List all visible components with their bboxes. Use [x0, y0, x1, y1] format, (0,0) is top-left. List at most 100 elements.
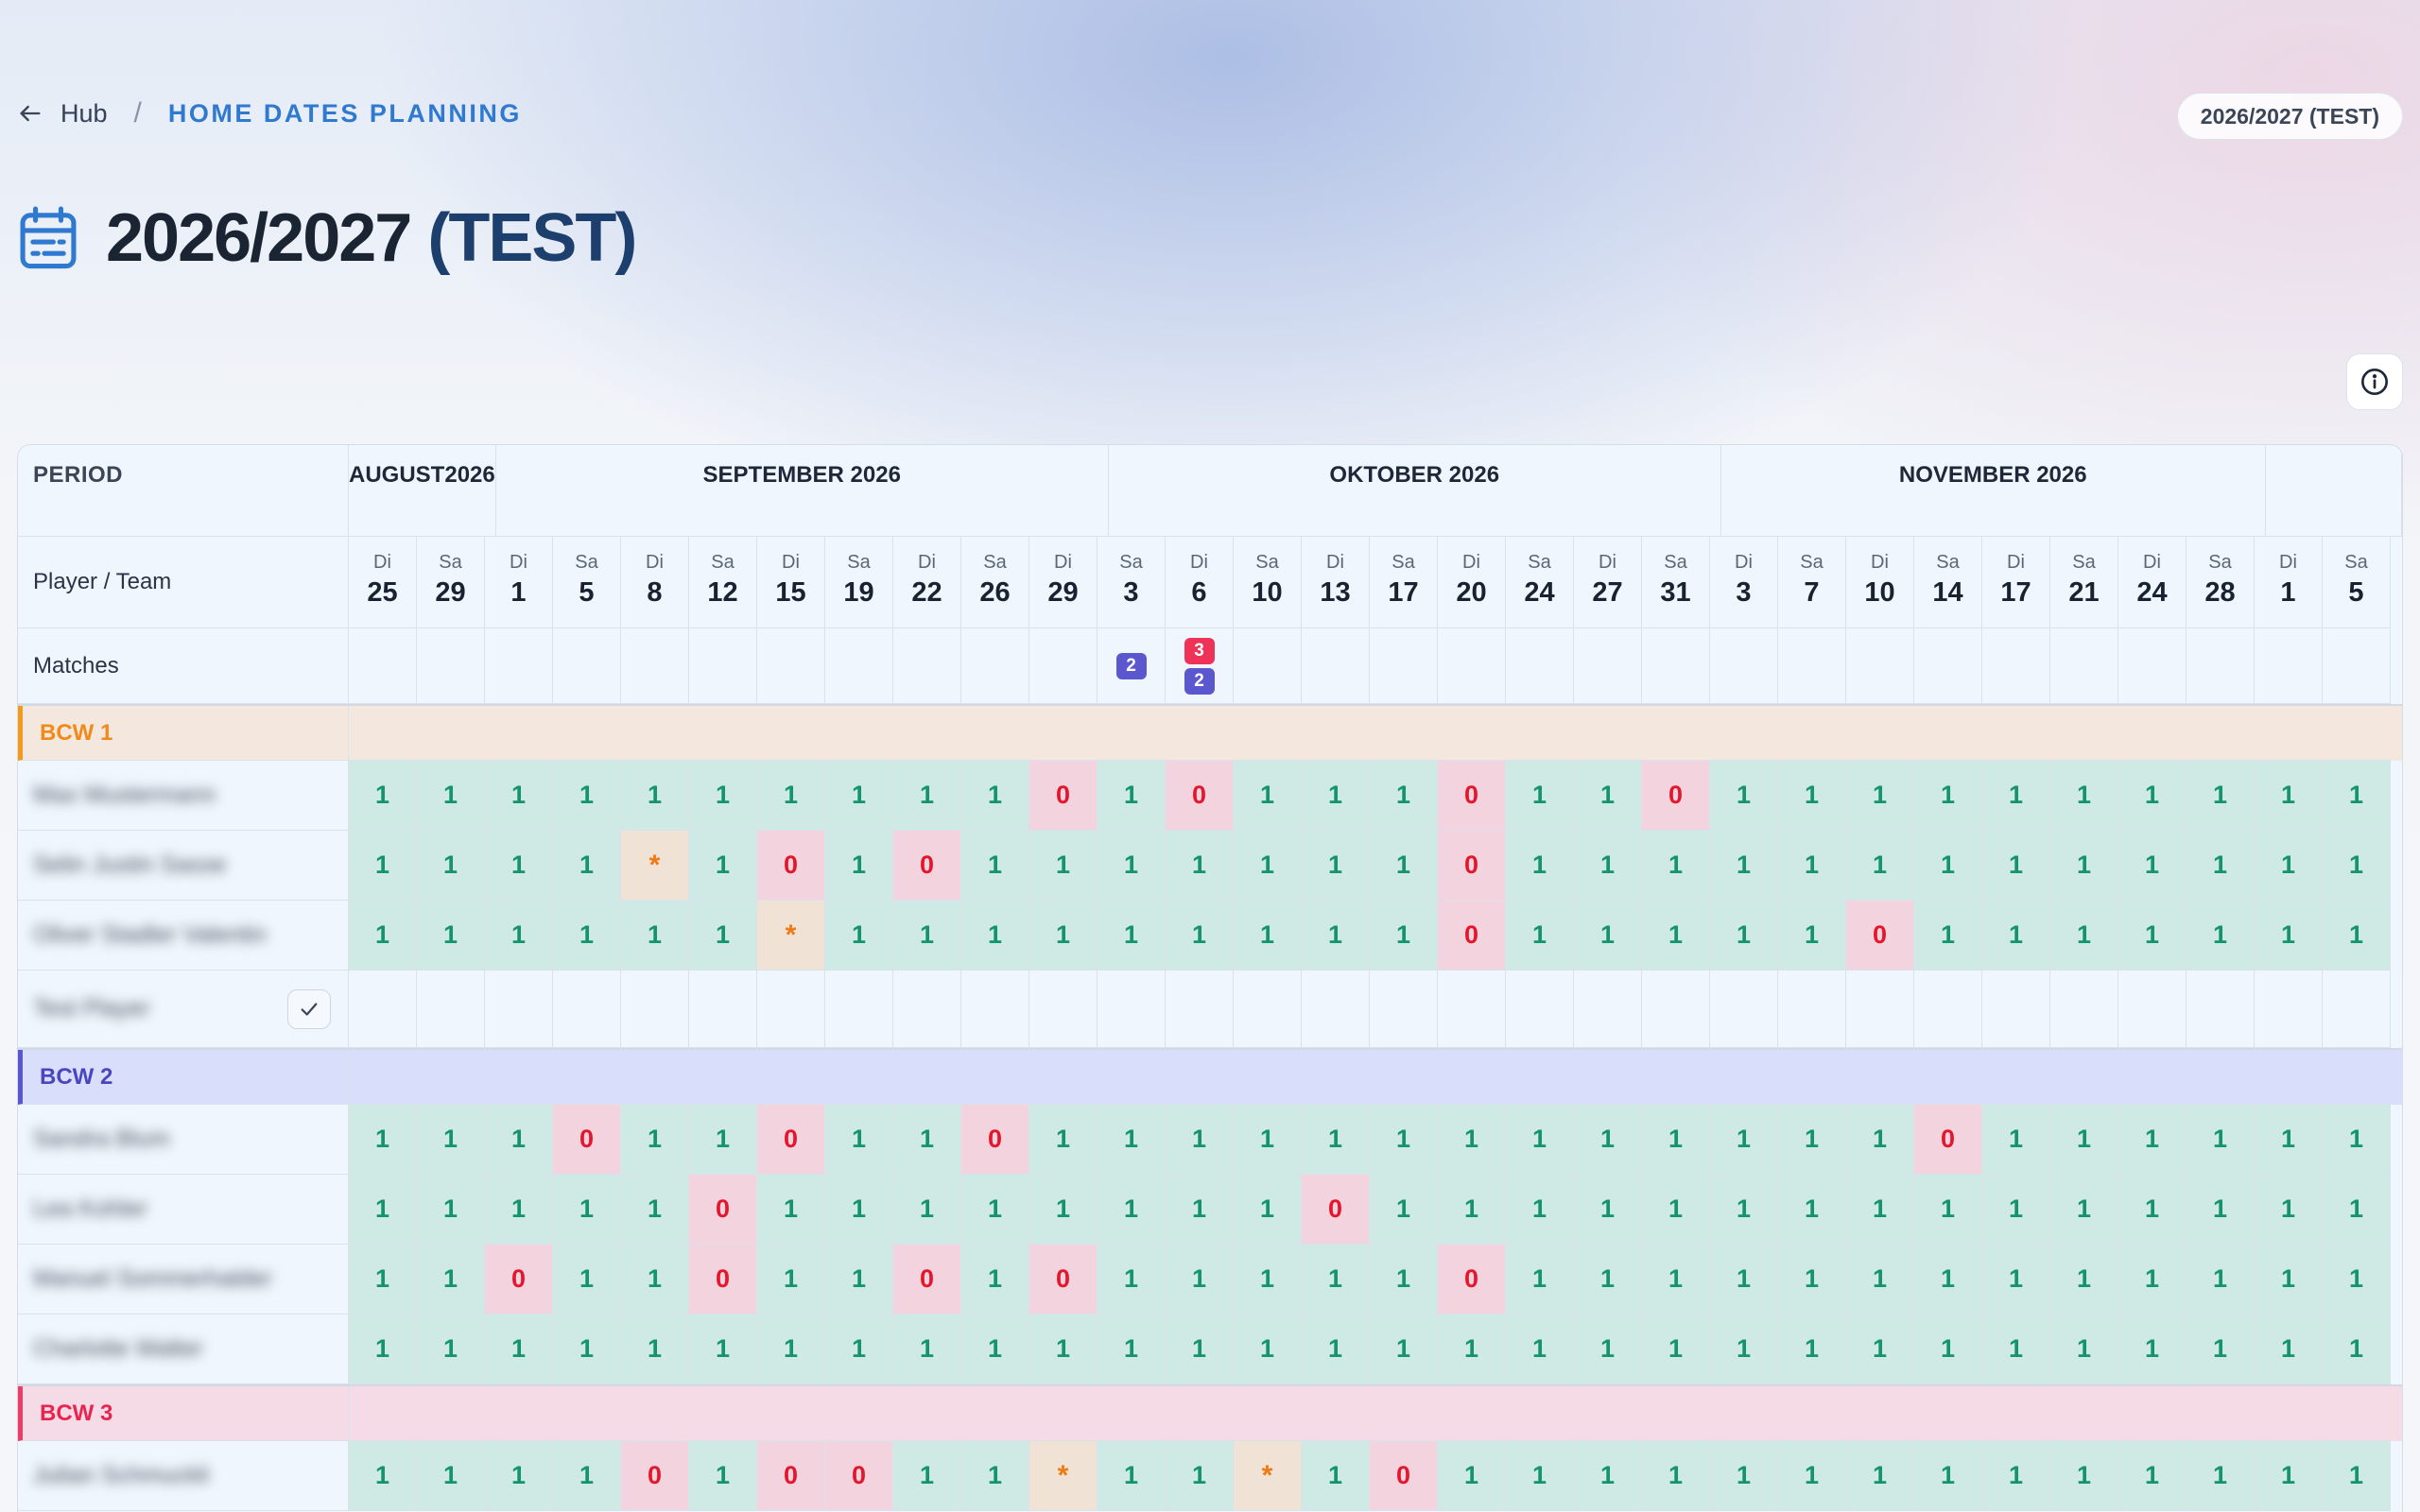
availability-cell[interactable]: 1: [2323, 761, 2391, 831]
player-name[interactable]: Charlotte Walter: [33, 1335, 203, 1363]
availability-cell[interactable]: 1: [1846, 1441, 1914, 1511]
availability-cell[interactable]: 1: [1574, 1105, 1642, 1175]
availability-cell[interactable]: 1: [2050, 831, 2118, 901]
availability-cell[interactable]: 1: [553, 1175, 621, 1245]
availability-cell[interactable]: 1: [349, 761, 417, 831]
availability-cell[interactable]: 1: [349, 901, 417, 971]
availability-cell[interactable]: 1: [1098, 901, 1166, 971]
availability-cell[interactable]: 1: [553, 1245, 621, 1314]
availability-cell[interactable]: 1: [1778, 1314, 1846, 1384]
availability-cell[interactable]: [2255, 971, 2323, 1048]
availability-cell[interactable]: 1: [1506, 831, 1574, 901]
availability-cell[interactable]: 1: [553, 901, 621, 971]
availability-cell[interactable]: 1: [2255, 901, 2323, 971]
availability-cell[interactable]: 1: [1506, 761, 1574, 831]
availability-cell[interactable]: 1: [1914, 1245, 1982, 1314]
match-count-badge[interactable]: 3: [1184, 637, 1215, 664]
availability-cell[interactable]: 1: [961, 1245, 1029, 1314]
availability-cell[interactable]: 1: [825, 1175, 893, 1245]
availability-cell[interactable]: 1: [757, 1245, 825, 1314]
availability-cell[interactable]: 1: [757, 1175, 825, 1245]
availability-cell[interactable]: 1: [2187, 901, 2255, 971]
availability-cell[interactable]: 1: [2187, 1245, 2255, 1314]
availability-cell[interactable]: 1: [689, 1314, 757, 1384]
availability-cell[interactable]: [2323, 971, 2391, 1048]
availability-cell[interactable]: [553, 971, 621, 1048]
availability-cell[interactable]: 1: [2118, 761, 2187, 831]
availability-cell[interactable]: 1: [1778, 831, 1846, 901]
availability-cell[interactable]: 1: [417, 1245, 485, 1314]
availability-cell[interactable]: 1: [1302, 1245, 1370, 1314]
confirm-player-button[interactable]: [287, 988, 331, 1029]
availability-cell[interactable]: 0: [961, 1105, 1029, 1175]
availability-cell[interactable]: 1: [1778, 761, 1846, 831]
availability-cell[interactable]: [485, 971, 553, 1048]
availability-cell[interactable]: 1: [1370, 761, 1438, 831]
player-name[interactable]: Selin Justin Sasse: [33, 851, 226, 879]
availability-cell[interactable]: 1: [417, 1175, 485, 1245]
availability-cell[interactable]: 1: [485, 1441, 553, 1511]
availability-cell[interactable]: 1: [1166, 1441, 1234, 1511]
availability-cell[interactable]: 1: [1029, 901, 1098, 971]
availability-cell[interactable]: 1: [1778, 1175, 1846, 1245]
availability-cell[interactable]: 1: [485, 1314, 553, 1384]
availability-cell[interactable]: 1: [893, 761, 961, 831]
availability-cell[interactable]: 1: [2323, 901, 2391, 971]
availability-cell[interactable]: 1: [1914, 1441, 1982, 1511]
availability-cell[interactable]: [825, 971, 893, 1048]
availability-cell[interactable]: 1: [825, 1314, 893, 1384]
availability-cell[interactable]: [1370, 971, 1438, 1048]
availability-cell[interactable]: 1: [1710, 1441, 1778, 1511]
availability-cell[interactable]: [1914, 971, 1982, 1048]
availability-cell[interactable]: 1: [1982, 1441, 2050, 1511]
availability-cell[interactable]: 1: [621, 1175, 689, 1245]
player-name[interactable]: Manuel Sommerhalder: [33, 1265, 272, 1293]
availability-cell[interactable]: [349, 971, 417, 1048]
availability-cell[interactable]: [1846, 971, 1914, 1048]
availability-cell[interactable]: 1: [621, 1245, 689, 1314]
availability-cell[interactable]: 1: [2050, 1105, 2118, 1175]
availability-cell[interactable]: 0: [1029, 1245, 1098, 1314]
availability-cell[interactable]: 1: [961, 901, 1029, 971]
availability-cell[interactable]: 1: [2255, 831, 2323, 901]
availability-cell[interactable]: 1: [621, 761, 689, 831]
availability-cell[interactable]: 1: [2255, 1105, 2323, 1175]
availability-cell[interactable]: 0: [1166, 761, 1234, 831]
availability-cell[interactable]: *: [621, 831, 689, 901]
availability-cell[interactable]: [2050, 971, 2118, 1048]
availability-cell[interactable]: 1: [1438, 1441, 1506, 1511]
availability-cell[interactable]: [1982, 971, 2050, 1048]
availability-cell[interactable]: 1: [961, 831, 1029, 901]
hub-link[interactable]: Hub: [60, 99, 108, 129]
availability-cell[interactable]: 1: [689, 761, 757, 831]
availability-cell[interactable]: 1: [2187, 1105, 2255, 1175]
availability-cell[interactable]: 1: [2118, 1441, 2187, 1511]
availability-cell[interactable]: 1: [2255, 761, 2323, 831]
availability-cell[interactable]: 1: [1574, 1441, 1642, 1511]
availability-cell[interactable]: 1: [349, 1441, 417, 1511]
availability-cell[interactable]: 1: [1302, 761, 1370, 831]
availability-cell[interactable]: 1: [1982, 901, 2050, 971]
availability-cell[interactable]: [1029, 971, 1098, 1048]
availability-cell[interactable]: 1: [1370, 901, 1438, 971]
availability-cell[interactable]: [621, 971, 689, 1048]
availability-cell[interactable]: 1: [417, 831, 485, 901]
availability-cell[interactable]: 0: [621, 1441, 689, 1511]
availability-cell[interactable]: 1: [1642, 1314, 1710, 1384]
availability-cell[interactable]: 1: [1234, 1314, 1302, 1384]
availability-cell[interactable]: 1: [1098, 761, 1166, 831]
availability-cell[interactable]: 1: [2255, 1314, 2323, 1384]
availability-cell[interactable]: 1: [1914, 761, 1982, 831]
availability-cell[interactable]: 0: [1438, 901, 1506, 971]
availability-cell[interactable]: 1: [1370, 1175, 1438, 1245]
availability-cell[interactable]: 1: [1098, 1175, 1166, 1245]
availability-cell[interactable]: *: [757, 901, 825, 971]
availability-cell[interactable]: 1: [1778, 1105, 1846, 1175]
availability-cell[interactable]: 1: [1029, 1105, 1098, 1175]
availability-cell[interactable]: 1: [417, 901, 485, 971]
availability-cell[interactable]: 1: [2050, 901, 2118, 971]
availability-cell[interactable]: 1: [1302, 901, 1370, 971]
availability-cell[interactable]: 1: [2323, 1245, 2391, 1314]
availability-cell[interactable]: 1: [1710, 901, 1778, 971]
availability-cell[interactable]: 1: [1710, 831, 1778, 901]
